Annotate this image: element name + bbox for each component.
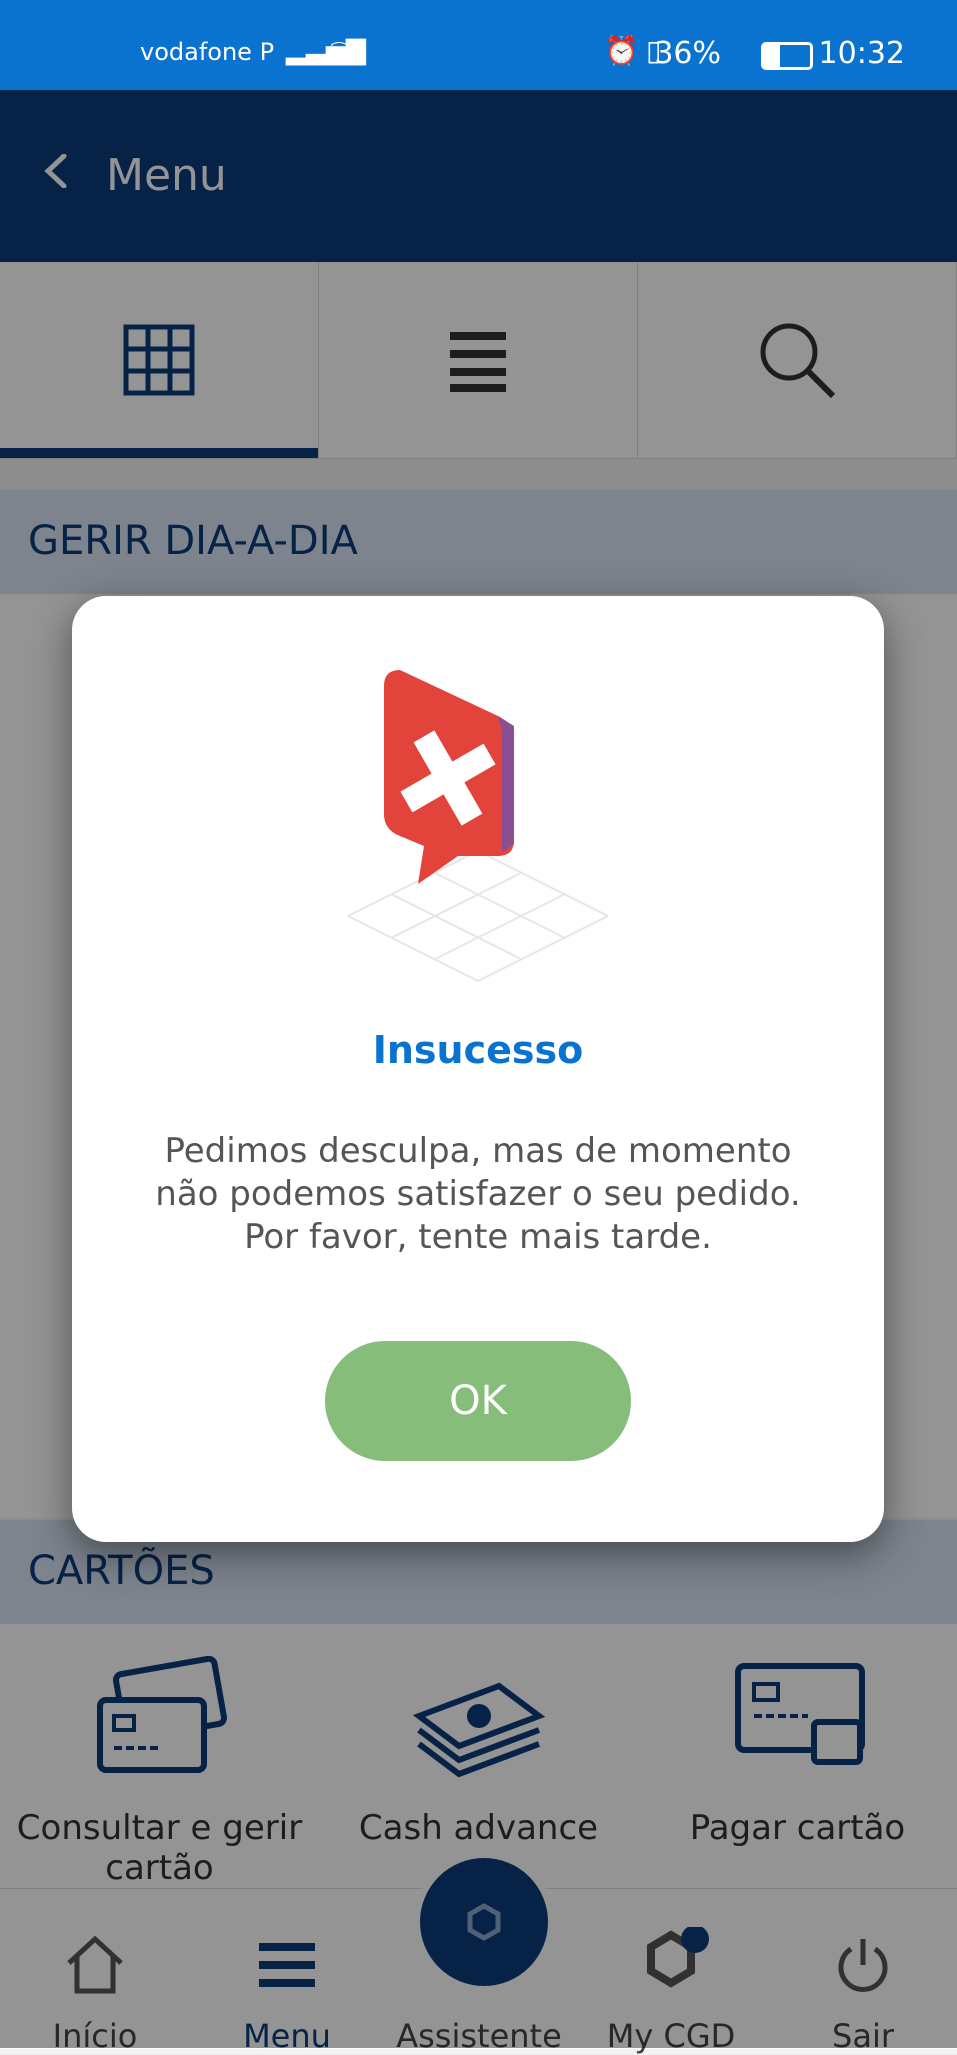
clock: 10:32 xyxy=(818,36,905,71)
dialog-title: Insucesso xyxy=(372,1028,584,1072)
dialog-message: Pedimos desculpa, mas de momento não pod… xyxy=(132,1130,824,1259)
dialog-message-line-1: Pedimos desculpa, mas de momento xyxy=(164,1131,792,1171)
dialog-message-line-2: não podemos satisfazer o seu pedido. xyxy=(155,1174,801,1214)
error-dialog: Insucesso Pedimos desculpa, mas de momen… xyxy=(72,596,884,1542)
ok-button[interactable]: OK xyxy=(325,1341,631,1461)
wifi-icon: ⌔ xyxy=(326,34,353,67)
carrier-label: vodafone P xyxy=(140,38,275,66)
dialog-message-line-3: Por favor, tente mais tarde. xyxy=(244,1217,712,1257)
battery-icon xyxy=(761,42,813,70)
battery-percent: 36% xyxy=(654,36,721,71)
status-bar: vodafone P ▂▃▅▇ ⌔ ⏰ ▯ 36% 10:32 xyxy=(0,0,957,90)
error-illustration xyxy=(348,670,608,983)
alarm-icon: ⏰ xyxy=(604,34,639,67)
